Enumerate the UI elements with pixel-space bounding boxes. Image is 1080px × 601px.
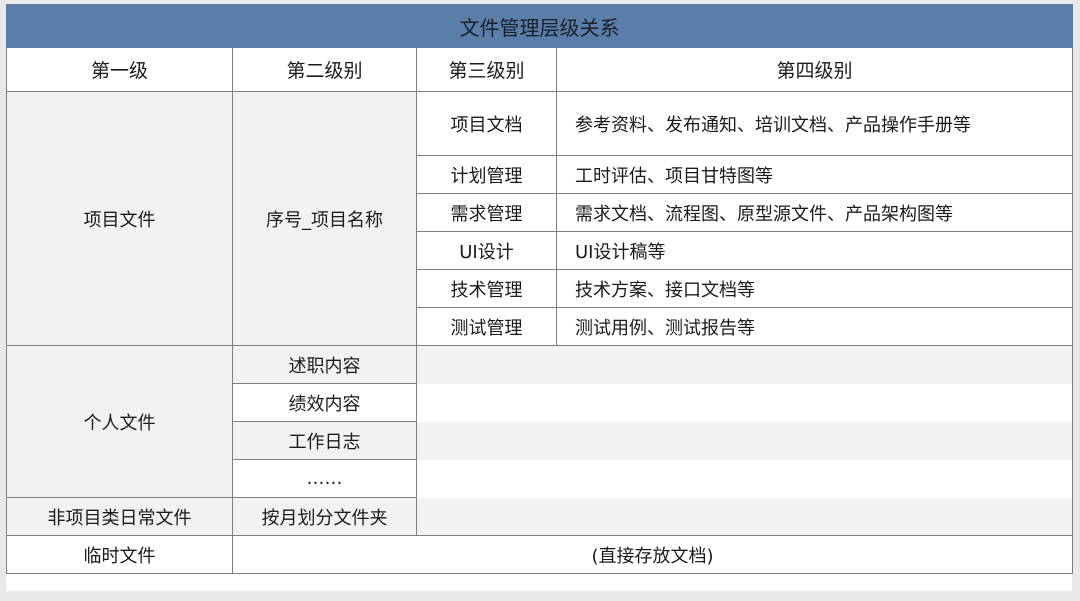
- table-title: 文件管理层级关系: [6, 4, 1073, 48]
- project-level2: 序号_项目名称: [232, 91, 417, 346]
- project-level1: 项目文件: [6, 91, 233, 346]
- header-level3: 第三级别: [416, 47, 557, 92]
- empty-cell: [416, 459, 1073, 498]
- project-row-level3: 项目文档: [416, 91, 557, 156]
- file-hierarchy-table: 文件管理层级关系 第一级 第二级别 第三级别 第四级别 项目文件 序号_项目名称…: [6, 4, 1073, 574]
- project-row-level4: 需求文档、流程图、原型源文件、产品架构图等: [556, 193, 1073, 232]
- temp-level1: 临时文件: [6, 535, 233, 574]
- table-row: 个人文件 述职内容: [6, 345, 1073, 498]
- project-row-level3: 技术管理: [416, 269, 557, 308]
- daily-level1: 非项目类日常文件: [6, 497, 233, 536]
- personal-item: 工作日志: [232, 421, 417, 460]
- project-row-level3: 需求管理: [416, 193, 557, 232]
- empty-cell: [416, 383, 1073, 422]
- project-row-level4: 测试用例、测试报告等: [556, 307, 1073, 346]
- empty-cell: [416, 345, 1073, 384]
- empty-cell: [416, 497, 1073, 536]
- table-row: 非项目类日常文件 按月划分文件夹: [6, 497, 1073, 536]
- empty-cell: [416, 421, 1073, 460]
- project-row-level3: 计划管理: [416, 155, 557, 194]
- project-row-level4: 参考资料、发布通知、培训文档、产品操作手册等: [556, 91, 1073, 156]
- project-row-level4: UI设计稿等: [556, 231, 1073, 270]
- title-row: 文件管理层级关系: [6, 4, 1073, 48]
- header-level4: 第四级别: [556, 47, 1073, 92]
- header-row: 第一级 第二级别 第三级别 第四级别: [6, 47, 1073, 92]
- personal-item: 绩效内容: [232, 383, 417, 422]
- project-row-level4: 技术方案、接口文档等: [556, 269, 1073, 308]
- project-row-level3: 测试管理: [416, 307, 557, 346]
- personal-item: ……: [232, 459, 417, 498]
- header-level2: 第二级别: [232, 47, 417, 92]
- header-level1: 第一级: [6, 47, 233, 92]
- table-row: 项目文件 序号_项目名称 项目文档 参考资料、发布通知、培训文档、产品操作手册等: [6, 91, 1073, 346]
- temp-note: (直接存放文档): [232, 535, 1073, 574]
- project-row-level4: 工时评估、项目甘特图等: [556, 155, 1073, 194]
- personal-level1: 个人文件: [6, 345, 233, 498]
- project-row-level3: UI设计: [416, 231, 557, 270]
- daily-level2: 按月划分文件夹: [232, 497, 417, 536]
- personal-item: 述职内容: [232, 345, 417, 384]
- table-row: 临时文件 (直接存放文档): [6, 535, 1073, 574]
- hierarchy-table-frame: 文件管理层级关系 第一级 第二级别 第三级别 第四级别 项目文件 序号_项目名称…: [6, 4, 1073, 591]
